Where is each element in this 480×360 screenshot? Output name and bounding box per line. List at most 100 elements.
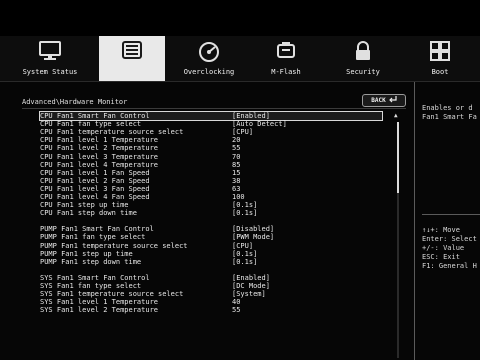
menu-overclocking[interactable]: Overclocking — [175, 36, 243, 81]
setting-label: SYS Fan1 temperature source select — [40, 290, 184, 298]
return-arrow-icon — [388, 96, 397, 105]
menu-system-status[interactable]: System Status — [10, 36, 90, 81]
menu-boot[interactable]: Boot — [418, 36, 462, 81]
setting-row[interactable]: CPU Fan1 level 4 Temperature 85 — [40, 161, 382, 169]
speedometer-icon — [196, 40, 222, 66]
setting-label: CPU Fan1 step up time — [40, 201, 129, 210]
scroll-thumb[interactable] — [397, 122, 399, 193]
setting-label: PUMP Fan1 temperature source select — [40, 241, 188, 250]
menu-label-overclocking: Overclocking — [183, 68, 235, 76]
help-separator — [422, 214, 480, 215]
setting-value[interactable]: [PWM Mode] — [232, 233, 274, 241]
content-panel: Advanced\Hardware Monitor BACK CPU Fan1 … — [0, 82, 480, 360]
setting-value[interactable]: [CPU] — [232, 128, 253, 136]
setting-value[interactable]: [Enabled] — [232, 112, 270, 120]
key-legend: ↑↓+: Move Enter: Select +/-: Value ESC: … — [422, 226, 480, 271]
setting-label: CPU Fan1 temperature source select — [40, 128, 184, 137]
breadcrumb: Advanced\Hardware Monitor — [22, 98, 128, 106]
key-hint: ↑↓+: Move — [422, 226, 460, 234]
top-black-bar — [0, 0, 480, 36]
setting-row[interactable]: PUMP Fan1 Smart Fan Control [Disabled] — [40, 225, 382, 233]
key-hint: ESC: Exit — [422, 253, 460, 261]
menu-security[interactable]: Security — [334, 36, 392, 81]
setting-value[interactable]: 38 — [232, 177, 240, 185]
setting-value[interactable]: 63 — [232, 185, 240, 193]
setting-value[interactable]: [Auto Detect] — [232, 120, 287, 128]
setting-row[interactable]: SYS Fan1 level 1 Temperature 40 — [40, 298, 382, 306]
menu-advanced[interactable] — [99, 36, 165, 81]
key-hint: Enter: Select — [422, 235, 477, 243]
setting-row[interactable]: CPU Fan1 temperature source select [CPU] — [40, 128, 382, 136]
setting-label: PUMP Fan1 step up time — [40, 249, 133, 258]
menu-label-boot: Boot — [431, 68, 449, 76]
main-menu-bar: System Status Overclocking M-Flash Secur… — [0, 36, 480, 82]
setting-value[interactable]: [DC Mode] — [232, 282, 270, 290]
setting-value[interactable]: [0.1s] — [232, 201, 257, 209]
setting-row[interactable]: SYS Fan1 Smart Fan Control [Enabled] — [40, 274, 382, 282]
setting-value[interactable]: 100 — [232, 193, 245, 201]
setting-label: CPU Fan1 level 3 Fan Speed — [40, 184, 150, 193]
setting-row[interactable]: SYS Fan1 fan type select [DC Mode] — [40, 282, 382, 290]
setting-row[interactable]: CPU Fan1 level 4 Fan Speed 100 — [40, 193, 382, 201]
menu-label-m-flash: M-Flash — [271, 68, 301, 76]
help-text-line: Enables or d — [422, 104, 473, 112]
setting-value[interactable]: 40 — [232, 298, 240, 306]
scroll-track[interactable] — [397, 122, 399, 358]
setting-row[interactable]: CPU Fan1 level 3 Fan Speed 63 — [40, 185, 382, 193]
setting-value[interactable]: 85 — [232, 161, 240, 169]
menu-m-flash[interactable]: M-Flash — [258, 36, 314, 81]
setting-value[interactable]: 70 — [232, 153, 240, 161]
setting-label: CPU Fan1 level 3 Temperature — [40, 152, 159, 161]
back-button-label: BACK — [371, 97, 386, 104]
setting-label: PUMP Fan1 step down time — [40, 257, 142, 266]
setting-label: SYS Fan1 level 2 Temperature — [40, 306, 159, 315]
setting-row[interactable]: CPU Fan1 level 1 Temperature 20 — [40, 136, 382, 144]
setting-row[interactable]: CPU Fan1 level 3 Temperature 70 — [40, 153, 382, 161]
setting-value[interactable]: [0.1s] — [232, 209, 257, 217]
key-hint: +/-: Value — [422, 244, 465, 252]
setting-row[interactable]: PUMP Fan1 step up time [0.1s] — [40, 250, 382, 258]
setting-value[interactable]: 20 — [232, 136, 240, 144]
setting-row[interactable]: CPU Fan1 step down time [0.1s] — [40, 209, 382, 217]
setting-label: SYS Fan1 Smart Fan Control — [40, 273, 150, 282]
setting-row[interactable]: CPU Fan1 fan type select [Auto Detect] — [40, 120, 382, 128]
setting-row[interactable]: CPU Fan1 Smart Fan Control [Enabled] — [39, 111, 383, 121]
help-divider — [414, 82, 415, 360]
setting-value[interactable]: 55 — [232, 306, 240, 314]
setting-label: CPU Fan1 level 2 Fan Speed — [40, 176, 150, 185]
setting-label: CPU Fan1 fan type select — [40, 120, 142, 129]
setting-row[interactable]: CPU Fan1 level 2 Fan Speed 38 — [40, 177, 382, 185]
setting-row[interactable]: CPU Fan1 step up time [0.1s] — [40, 201, 382, 209]
scrollbar[interactable]: ▲ — [394, 112, 402, 358]
monitor-icon — [37, 40, 63, 66]
setting-row[interactable]: CPU Fan1 level 1 Fan Speed 15 — [40, 169, 382, 177]
setting-row[interactable]: SYS Fan1 level 2 Temperature 55 — [40, 306, 382, 314]
help-panel: Enables or d Fan1 Smart Fa — [422, 104, 480, 122]
flash-drive-icon — [273, 40, 299, 66]
lock-icon — [350, 40, 376, 66]
setting-label: SYS Fan1 level 1 Temperature — [40, 298, 159, 307]
setting-label: CPU Fan1 level 4 Temperature — [40, 160, 159, 169]
back-button[interactable]: BACK — [362, 94, 406, 107]
setting-value[interactable]: [0.1s] — [232, 250, 257, 258]
boot-icon — [427, 40, 453, 66]
setting-value[interactable]: [Disabled] — [232, 225, 274, 233]
setting-value[interactable]: 55 — [232, 144, 240, 152]
setting-label: CPU Fan1 level 1 Temperature — [40, 136, 159, 145]
setting-label: PUMP Fan1 Smart Fan Control — [40, 225, 154, 234]
settings-list-icon — [119, 40, 145, 66]
setting-label: PUMP Fan1 fan type select — [40, 233, 146, 242]
setting-value[interactable]: [System] — [232, 290, 266, 298]
setting-value[interactable]: [0.1s] — [232, 258, 257, 266]
setting-value[interactable]: [CPU] — [232, 242, 253, 250]
scroll-up-arrow-icon[interactable]: ▲ — [394, 112, 398, 119]
setting-row[interactable]: PUMP Fan1 fan type select [PWM Mode] — [40, 233, 382, 241]
setting-row[interactable]: PUMP Fan1 step down time [0.1s] — [40, 258, 382, 266]
setting-row[interactable]: CPU Fan1 level 2 Temperature 55 — [40, 144, 382, 152]
setting-value[interactable]: 15 — [232, 169, 240, 177]
key-hint: F1: General H — [422, 262, 477, 270]
setting-row[interactable]: SYS Fan1 temperature source select [Syste… — [40, 290, 382, 298]
setting-value[interactable]: [Enabled] — [232, 274, 270, 282]
setting-label: CPU Fan1 level 2 Temperature — [40, 144, 159, 153]
setting-row[interactable]: PUMP Fan1 temperature source select [CPU] — [40, 242, 382, 250]
